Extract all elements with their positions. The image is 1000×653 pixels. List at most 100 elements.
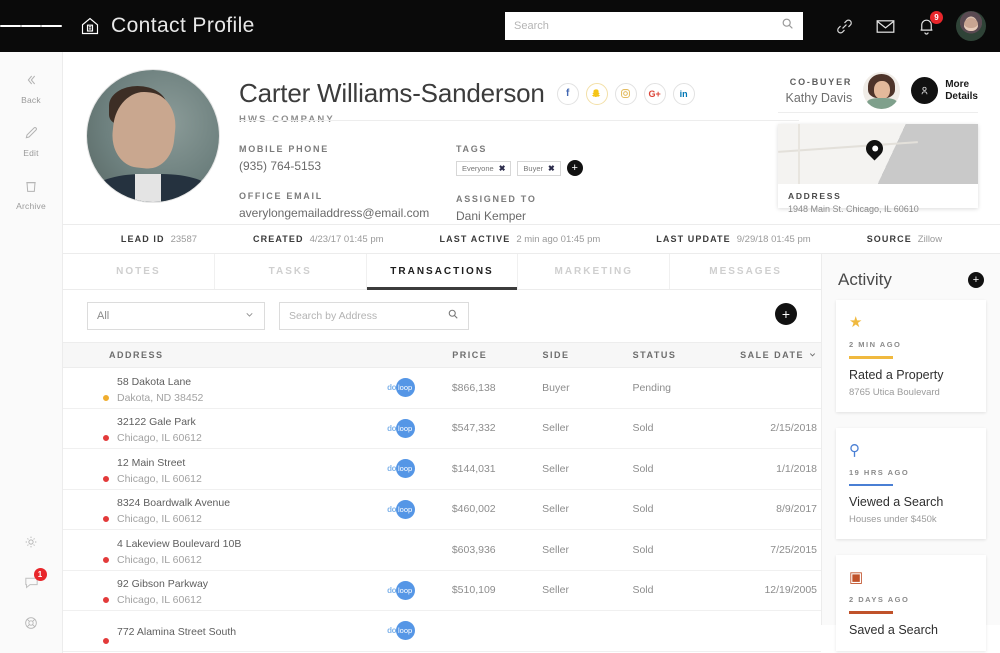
social-links: f G+ in [556, 82, 695, 105]
rail-item-back[interactable]: Back [0, 70, 62, 105]
activity-title: Activity [838, 270, 892, 289]
add-activity-button[interactable]: + [968, 272, 984, 288]
activity-accent-rule [849, 356, 893, 359]
table-row[interactable]: 8324 Boardwalk Avenue Chicago, IL 60612 do… [63, 490, 821, 530]
dotloop-badge[interactable]: dot loop [387, 580, 452, 600]
activity-timestamp: 19 HRS AGO [849, 467, 910, 477]
column-header-sale-date[interactable]: SALE DATE [727, 350, 821, 361]
row-address-cell[interactable]: 8324 Boardwalk Avenue Chicago, IL 60612 [63, 493, 387, 525]
row-price: $547,332 [451, 422, 496, 435]
co-buyer-avatar[interactable] [863, 72, 901, 109]
tag-remove-icon[interactable]: ✖ [548, 164, 555, 173]
address-search[interactable] [279, 302, 469, 330]
search-icon[interactable] [447, 307, 459, 325]
gear-icon[interactable] [23, 534, 39, 550]
assigned-to-label: ASSIGNED TO [456, 194, 537, 204]
global-search[interactable] [505, 12, 803, 40]
activity-card[interactable]: ⚲ 19 HRS AGO Viewed a Search Houses under $… [836, 427, 986, 539]
tag-chip[interactable]: Buyer ✖ [517, 160, 561, 176]
row-address-cell[interactable]: 92 Gibson Parkway Chicago, IL 60612 [63, 574, 387, 606]
table-row[interactable]: 58 Dakota Lane Dakota, ND 38452 dot loop $86… [63, 368, 821, 409]
brand: Contact Profile [80, 14, 255, 38]
chat-bubble-icon[interactable]: 1 [23, 568, 47, 591]
instagram-icon[interactable] [614, 82, 637, 105]
link-icon[interactable] [833, 15, 855, 37]
address-label: ADDRESS [788, 191, 842, 201]
column-header-address[interactable]: ADDRESS [63, 350, 388, 360]
more-details-button[interactable]: More Details [911, 77, 978, 104]
add-transaction-button[interactable]: + [775, 303, 797, 325]
row-status: Sold [632, 543, 654, 556]
row-address-cell[interactable]: 772 Alamina Street South [63, 618, 387, 645]
tag-remove-icon[interactable]: ✖ [499, 164, 506, 173]
column-header-price[interactable]: PRICE [452, 350, 542, 360]
table-row[interactable]: 32122 Gale Park Chicago, IL 60612 dot loop $… [63, 409, 821, 449]
tab-tasks[interactable]: TASKS [214, 254, 367, 289]
co-buyer-name: Kathy Davis [785, 90, 853, 105]
tag-label: Buyer [523, 163, 543, 173]
dotloop-badge[interactable]: dot loop [387, 418, 452, 438]
user-avatar[interactable] [956, 11, 986, 41]
dotloop-badge[interactable]: dot loop [387, 378, 452, 398]
property-thumbnail [83, 496, 110, 524]
table-row[interactable]: 772 Alamina Street South dot loop [63, 611, 821, 652]
status-dot [102, 636, 110, 645]
photo-shirt [135, 174, 161, 202]
search-input[interactable] [514, 20, 781, 32]
activity-card[interactable]: ★ 2 MIN AGO Rated a Property 8765 Utica Bou… [836, 300, 986, 412]
column-header-side[interactable]: SIDE [542, 350, 632, 360]
facebook-icon[interactable]: f [556, 82, 579, 105]
row-address-cell[interactable]: 4 Lakeview Boulevard 10B Chicago, IL 6061… [63, 534, 387, 566]
more-details-line2: Details [945, 90, 978, 102]
dotloop-badge[interactable]: dot loop [387, 499, 452, 519]
lifebuoy-icon[interactable] [23, 615, 39, 631]
search-icon: ⚲ [849, 441, 860, 459]
activity-card[interactable]: ▣ 2 DAYS AGO Saved a Search [836, 555, 986, 651]
row-price: $866,138 [451, 381, 496, 394]
row-address-line2: Chicago, IL 60612 [117, 553, 202, 566]
address-search-input[interactable] [289, 310, 447, 322]
row-address-cell[interactable]: 58 Dakota Lane Dakota, ND 38452 [63, 372, 387, 404]
search-icon[interactable] [781, 17, 794, 35]
divider-profile [239, 120, 799, 121]
table-row[interactable]: 12 Main Street Chicago, IL 60612 dot loop $1… [63, 449, 821, 490]
property-thumbnail [83, 375, 110, 402]
status-dot [102, 515, 110, 524]
tab-marketing[interactable]: MARKETING [518, 254, 671, 289]
row-sale-date: 8/9/2017 [776, 503, 818, 516]
activity-accent-rule [849, 611, 893, 614]
row-sale-date: 2/15/2018 [770, 422, 818, 435]
dotloop-badge[interactable]: dot loop [387, 459, 452, 479]
meta-last-update: LAST UPDATE 9/29/18 01:45 pm [656, 234, 810, 245]
assigned-to-block: ASSIGNED TO Dani Kemper [456, 194, 673, 223]
column-header-status[interactable]: STATUS [633, 350, 727, 360]
tab-transactions[interactable]: TRANSACTIONS [366, 254, 519, 290]
tab-notes[interactable]: NOTES [63, 254, 215, 289]
table-row[interactable]: 4 Lakeview Boulevard 10B Chicago, IL 6061… [63, 530, 821, 571]
detail-column-right: TAGS Everyone ✖ Buyer ✖ + ASSIGNED TO Da… [456, 144, 673, 223]
snapchat-icon[interactable] [585, 82, 608, 105]
meta-last-active: LAST ACTIVE 2 min ago 01:45 pm [440, 234, 601, 245]
dotloop-badge[interactable]: dot loop [387, 621, 452, 641]
top-navigation-bar: Contact Profile Search 9 [0, 0, 1000, 52]
tab-messages[interactable]: MESSAGES [670, 254, 821, 289]
tag-chip[interactable]: Everyone ✖ [456, 160, 512, 176]
bell-icon[interactable]: 9 [915, 11, 943, 37]
rail-item-archive[interactable]: Archive [0, 176, 62, 211]
hamburger-menu-icon[interactable] [0, 22, 63, 31]
status-dot [102, 555, 110, 564]
detail-column-left: MOBILE PHONE (935) 764-5153 OFFICE EMAIL… [239, 144, 456, 223]
row-address-line2: Chicago, IL 60612 [117, 472, 202, 485]
add-tag-button[interactable]: + [566, 160, 583, 176]
row-address-cell[interactable]: 12 Main Street Chicago, IL 60612 [63, 453, 387, 485]
address-map-card[interactable]: ADDRESS 1948 Main St. Chicago, IL 60610 [778, 124, 978, 214]
map-image[interactable] [778, 124, 978, 184]
envelope-icon[interactable] [874, 15, 896, 37]
activity-header: Activity + [822, 254, 1000, 300]
google-plus-icon[interactable]: G+ [643, 82, 666, 105]
table-row[interactable]: 92 Gibson Parkway Chicago, IL 60612 dot loo… [63, 571, 821, 611]
linkedin-icon[interactable]: in [672, 82, 695, 105]
row-address-cell[interactable]: 32122 Gale Park Chicago, IL 60612 [63, 412, 387, 444]
filter-select[interactable]: All [87, 302, 265, 330]
rail-item-edit[interactable]: Edit [0, 123, 62, 158]
